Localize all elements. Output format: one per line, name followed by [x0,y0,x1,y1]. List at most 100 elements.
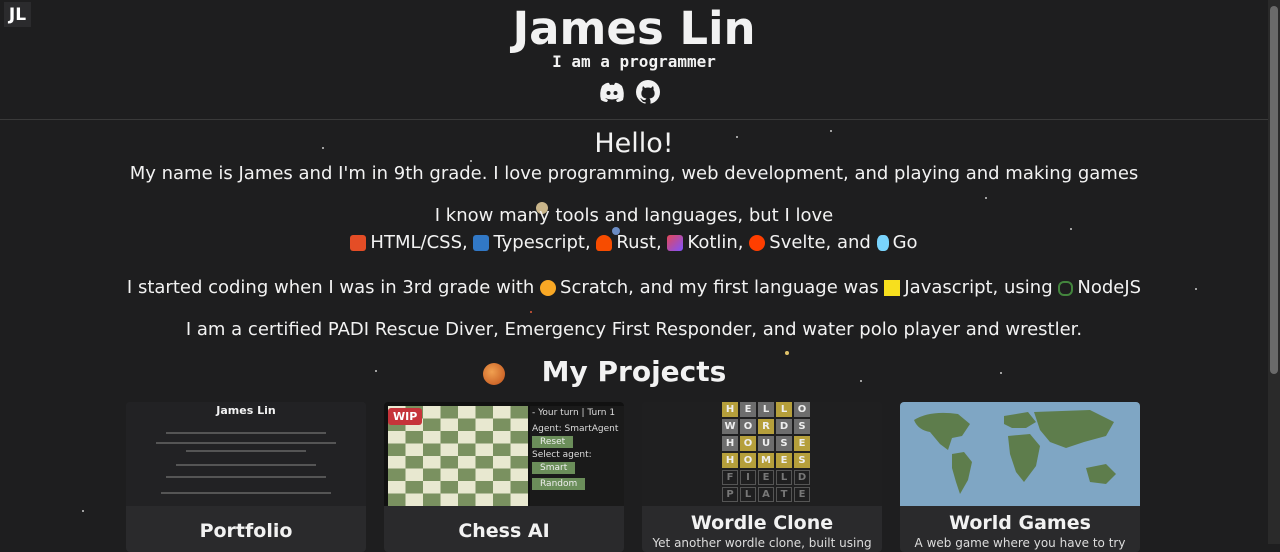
wordle-preview: HELLOWORDSHOUSEHOMESFIELDPLATE [642,402,882,506]
chess-square [388,481,406,494]
wordle-cell: I [740,470,756,485]
about-text: My name is James and I'm in 9th grade. I… [129,163,1139,184]
tools-intro: I know many tools and languages, but I l… [434,205,834,226]
chess-square [423,431,441,444]
card-description: A web game where you have to try [914,536,1126,550]
project-card-chess-ai[interactable]: WIP - Your turn | Turn 1 Agent: SmartAge… [384,402,624,552]
scrollbar[interactable] [1268,0,1280,544]
svelte-icon [749,235,766,251]
wordle-cell: D [794,470,810,485]
wordle-cell: E [794,436,810,451]
chess-panel: - Your turn | Turn 1 Agent: SmartAgent R… [530,406,624,506]
project-card-world-games[interactable]: World Games A web game where you have to… [900,402,1140,552]
chess-square [405,431,423,444]
project-card-wordle[interactable]: HELLOWORDSHOUSEHOMESFIELDPLATE Wordle Cl… [642,402,882,552]
wordle-cell: M [758,453,774,468]
chess-square [493,493,511,506]
chess-square [475,481,493,494]
lang-kotlin: Kotlin, [667,230,749,256]
scrollbar-thumb[interactable] [1270,6,1278,374]
turn-status: - Your turn | Turn 1 [532,408,616,418]
select-agent-label: Select agent: [532,450,592,460]
smart-agent-button[interactable]: Smart [532,462,576,474]
scratch-cat-icon [540,280,557,296]
lang-label: Rust, [616,232,662,253]
chess-square [493,431,511,444]
javascript-icon [884,280,901,296]
wordle-row: HOMES [722,453,810,468]
certifications-text: I am a certified PADI Rescue Diver, Emer… [185,319,1083,340]
chess-square [423,443,441,456]
chess-square [475,418,493,431]
lang-label: Go [892,232,918,253]
chess-square [458,468,476,481]
lang-go: Go [876,230,918,256]
social-links [598,78,662,106]
chess-square [510,443,528,456]
card-description: Yet another wordle clone, built using [652,536,872,550]
chess-square [510,406,528,419]
chess-preview: WIP - Your turn | Turn 1 Agent: SmartAge… [384,402,624,506]
wordle-cell: U [758,436,774,451]
preview-title: James Lin [216,404,276,417]
chess-square [510,468,528,481]
wordle-grid: HELLOWORDSHOUSEHOMESFIELDPLATE [722,402,810,504]
reset-button[interactable]: Reset [532,436,574,448]
card-title: Wordle Clone [690,512,834,534]
random-agent-button[interactable]: Random [532,478,586,490]
chess-square [440,443,458,456]
tagline: I am a programmer [552,52,716,71]
star [530,311,532,313]
chess-square [388,456,406,469]
card-title: World Games [949,512,1091,534]
wordle-row: PLATE [722,487,810,502]
chess-square [458,443,476,456]
chess-square [423,468,441,481]
chess-square [388,468,406,481]
chess-square [458,493,476,506]
world-map [914,410,1116,494]
html5-icon [350,235,367,251]
wordle-cell: R [758,419,774,434]
wordle-cell: O [740,419,756,434]
discord-icon[interactable] [598,78,626,106]
card-title: Chess AI [458,520,550,542]
lang-label: Typescript, [493,232,591,253]
chess-square [458,406,476,419]
wordle-cell: O [794,402,810,417]
project-card-portfolio[interactable]: James Lin Portfolio [126,402,366,552]
languages-list: HTML/CSS, Typescript, Rust, Kotlin, Svel… [0,230,1268,256]
chess-square [423,406,441,419]
wip-badge: WIP [388,408,423,425]
github-icon[interactable] [634,78,662,106]
wordle-cell: O [740,453,756,468]
gopher-icon [876,235,889,251]
chess-square [475,431,493,444]
star [985,197,987,199]
lang-svelte: Svelte, and [749,230,876,256]
wordle-cell: W [722,419,738,434]
wordle-cell: E [776,453,792,468]
chess-square [458,418,476,431]
lang-html: HTML/CSS, [350,230,473,256]
chess-square [440,481,458,494]
chess-square [493,443,511,456]
site-header: James Lin I am a programmer [0,0,1268,120]
chess-square [475,456,493,469]
chess-square [440,456,458,469]
wordle-cell: S [794,419,810,434]
chess-square [493,456,511,469]
wordle-cell: S [776,436,792,451]
chess-square [440,431,458,444]
node-text: NodeJS [1077,277,1142,298]
scratch-text: Scratch, and my first language was [560,277,879,298]
chess-square [388,493,406,506]
lang-typescript: Typescript, [473,230,596,256]
chess-square [405,443,423,456]
world-map-preview [900,402,1140,506]
chess-square [510,431,528,444]
chess-square [388,443,406,456]
started-prefix: I started coding when I was in 3rd grade… [126,277,535,298]
chess-square [423,493,441,506]
chess-square [458,431,476,444]
